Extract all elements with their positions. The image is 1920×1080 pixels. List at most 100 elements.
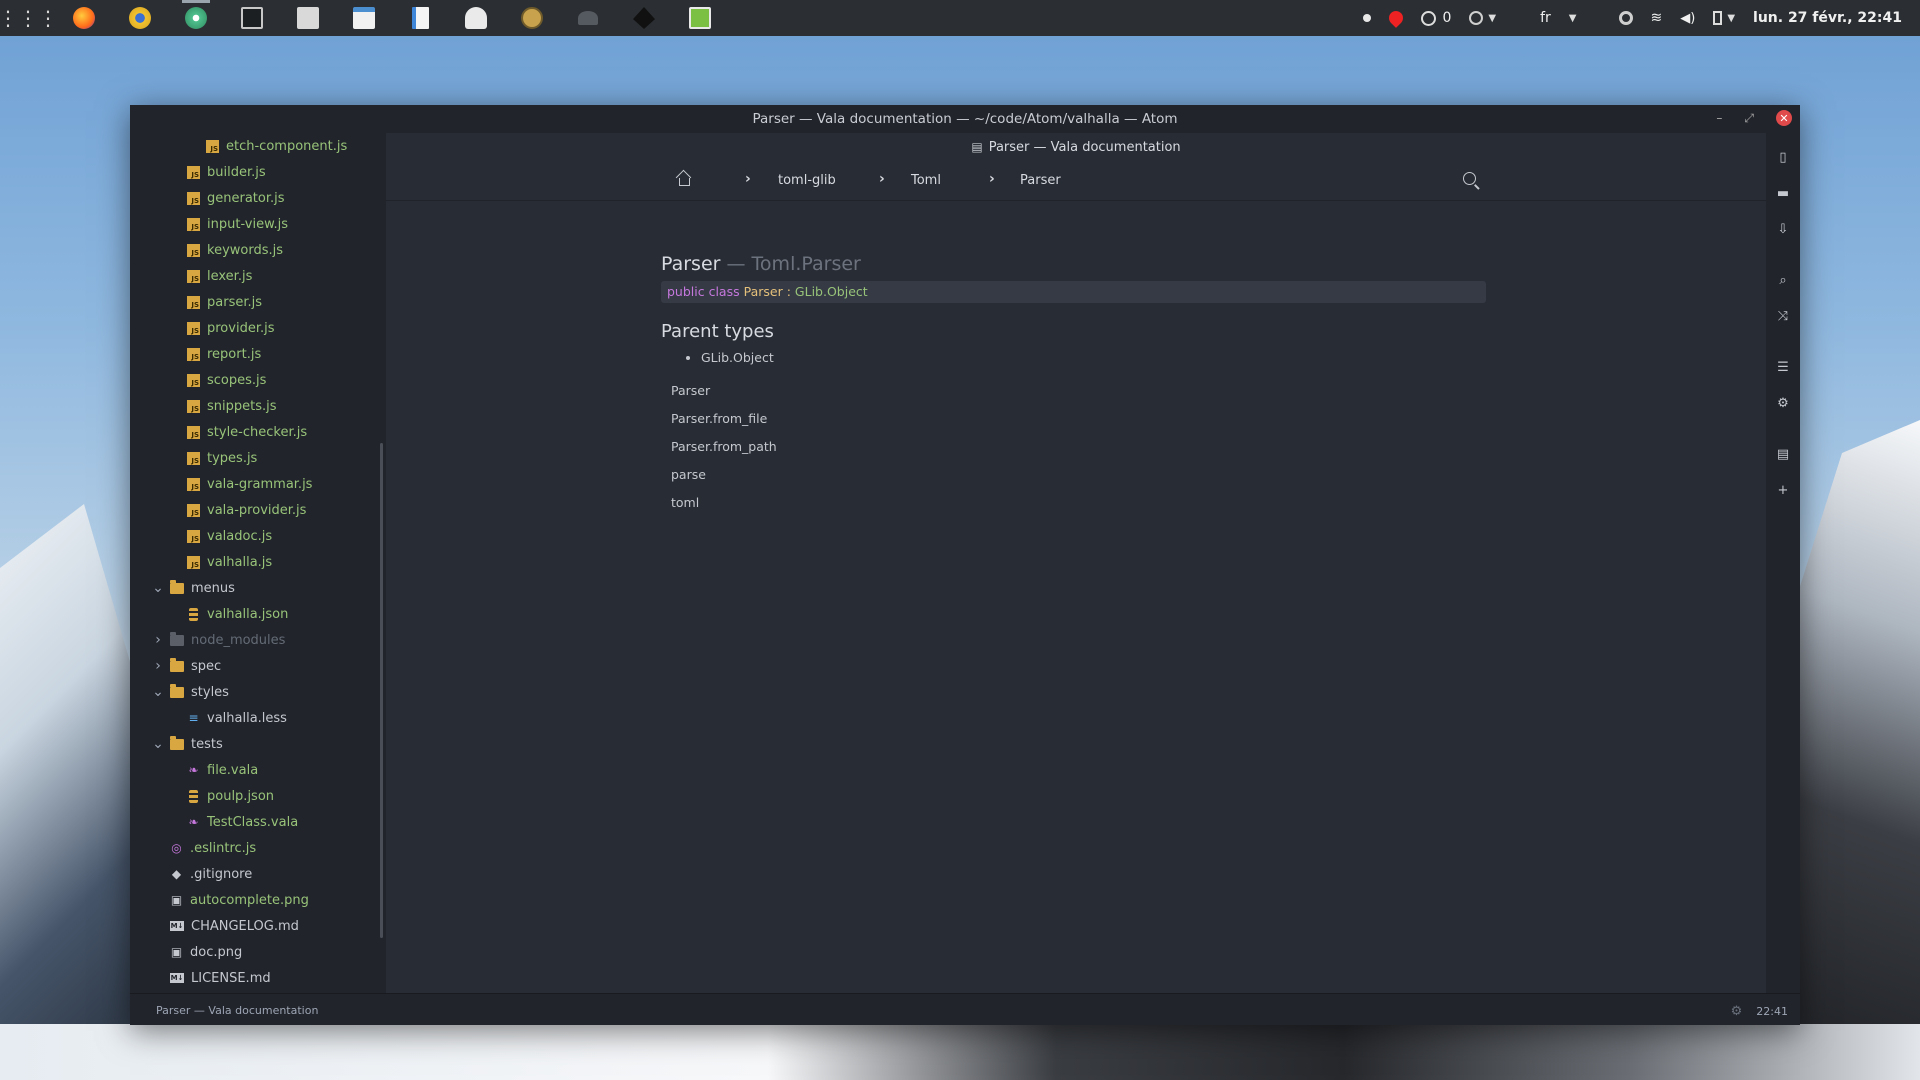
firefox-icon[interactable] xyxy=(56,0,112,36)
tree-item[interactable]: JS lexer.js xyxy=(187,265,252,287)
tree-item[interactable]: JS etch-component.js xyxy=(206,135,347,157)
tree-item[interactable]: ◎ .eslintrc.js xyxy=(170,837,256,859)
maximize-button[interactable]: ⤢ xyxy=(1744,111,1754,126)
command-palette-icon[interactable]: ☰ xyxy=(1766,357,1800,377)
app-grid-icon[interactable]: ⋮⋮⋮ xyxy=(0,0,58,36)
github-indicator[interactable]: 0 xyxy=(1421,10,1451,26)
breadcrumb-item[interactable]: toml-glib xyxy=(778,173,836,188)
member-item[interactable]: Parser xyxy=(671,377,1486,405)
tree-item[interactable]: JS types.js xyxy=(187,447,257,469)
tree-item[interactable]: ⌄ menus xyxy=(150,577,235,599)
tree-item[interactable]: JS scopes.js xyxy=(187,369,266,391)
tree-scrollbar[interactable] xyxy=(380,443,383,938)
tree-item[interactable]: JS vala-provider.js xyxy=(187,499,306,521)
volume-icon[interactable]: ◀) xyxy=(1680,11,1695,26)
save-icon[interactable]: ⇩ xyxy=(1766,219,1800,239)
close-button[interactable]: ✕ xyxy=(1776,110,1792,126)
terminal-icon[interactable] xyxy=(224,0,280,36)
monitor-icon[interactable] xyxy=(672,0,728,36)
battery-menu[interactable]: ▼ xyxy=(1713,11,1735,25)
tree-item[interactable]: JS input-view.js xyxy=(187,213,288,235)
member-item[interactable]: Parser.from_file xyxy=(671,405,1486,433)
members-list: Parser Parser.from_file Parser.from_path… xyxy=(671,377,1486,517)
folder-icon xyxy=(170,657,184,672)
tree-item[interactable]: ❧ TestClass.vala xyxy=(187,811,298,833)
tree-item[interactable]: ⌄ tests xyxy=(150,733,223,755)
doc-tab[interactable]: ▤ Parser — Vala documentation xyxy=(386,133,1766,161)
breadcrumb-item[interactable]: Toml xyxy=(911,173,941,188)
home-icon[interactable] xyxy=(676,171,692,187)
js-file-icon: JS xyxy=(187,217,200,231)
add-icon[interactable]: + xyxy=(1766,480,1800,500)
tree-item[interactable]: JS builder.js xyxy=(187,161,266,183)
breadcrumb-item[interactable]: Parser xyxy=(1020,173,1061,188)
new-file-icon[interactable]: ▯ xyxy=(1766,147,1800,167)
window-titlebar[interactable]: Parser — Vala documentation — ~/code/Ato… xyxy=(130,105,1800,133)
tree-item[interactable]: ⌄ styles xyxy=(150,681,229,703)
find-icon[interactable]: ⌕ xyxy=(1766,270,1800,290)
inkscape-icon[interactable] xyxy=(616,0,672,36)
chevron-down-icon: ⌄ xyxy=(152,736,164,752)
parent-types-heading: Parent types xyxy=(661,321,774,342)
tree-item[interactable]: JS provider.js xyxy=(187,317,275,339)
github-icon xyxy=(1421,10,1437,26)
tree-item[interactable]: M↓ LICENSE.md xyxy=(170,967,271,989)
tree-item[interactable]: valhalla.json xyxy=(187,603,288,625)
tree-item-label: file.vala xyxy=(207,762,259,778)
markdown-preview-icon[interactable]: ▤ xyxy=(1766,444,1800,464)
accessibility-icon[interactable] xyxy=(1618,11,1633,25)
tree-item[interactable]: JS generator.js xyxy=(187,187,285,209)
tree-item[interactable]: JS valadoc.js xyxy=(187,525,272,547)
files-icon[interactable] xyxy=(280,0,336,36)
mail-icon[interactable] xyxy=(448,0,504,36)
minimize-button[interactable]: – xyxy=(1716,111,1722,125)
member-item[interactable]: Parser.from_path xyxy=(671,433,1486,461)
status-ring-menu[interactable]: ▼ xyxy=(1469,11,1496,25)
gear-icon[interactable]: ⚙ xyxy=(1731,1004,1743,1019)
tree-item[interactable]: ▣ doc.png xyxy=(170,941,242,963)
settings-gear-icon[interactable]: ⚙ xyxy=(1766,393,1800,413)
notification-icon[interactable] xyxy=(1386,8,1407,28)
chromium-icon[interactable] xyxy=(112,0,168,36)
js-file-icon: JS xyxy=(187,373,200,387)
web-browser-icon[interactable] xyxy=(504,0,560,36)
open-folder-icon[interactable]: ▬ xyxy=(1766,183,1800,203)
parent-type-item[interactable]: GLib.Object xyxy=(701,350,1486,365)
book-icon: ▤ xyxy=(971,140,983,154)
tree-item[interactable]: JS vala-grammar.js xyxy=(187,473,312,495)
search-icon[interactable] xyxy=(1463,172,1476,185)
tree-item-label: vala-provider.js xyxy=(207,502,307,518)
tree-item[interactable]: › spec xyxy=(150,655,221,677)
tree-item[interactable]: JS report.js xyxy=(187,343,261,365)
tree-item[interactable]: JS keywords.js xyxy=(187,239,283,261)
member-item[interactable]: toml xyxy=(671,489,1486,517)
record-indicator-icon[interactable] xyxy=(1363,14,1372,22)
tree-item[interactable]: JS parser.js xyxy=(187,291,262,313)
ring-icon xyxy=(1469,11,1484,25)
tree-item[interactable]: ▣ autocomplete.png xyxy=(170,889,309,911)
member-item[interactable]: parse xyxy=(671,461,1486,489)
tree-item[interactable]: JS snippets.js xyxy=(187,395,277,417)
clock[interactable]: lun. 27 févr., 22:41 xyxy=(1753,10,1902,26)
tree-item[interactable]: JS valhalla.js xyxy=(187,551,272,573)
wifi-icon[interactable]: ≋ xyxy=(1651,10,1663,26)
network-icon[interactable] xyxy=(560,0,616,36)
base-class-link[interactable]: GLib.Object xyxy=(795,284,868,299)
tree-item-label: input-view.js xyxy=(207,216,289,232)
chevron-down-icon: ▼ xyxy=(1568,12,1577,24)
tree-item[interactable]: M↓ CHANGELOG.md xyxy=(170,915,299,937)
tree-item-label: styles xyxy=(191,684,229,700)
tree-item[interactable]: ❧ file.vala xyxy=(187,759,258,781)
tree-view[interactable]: JS etch-component.js JS builder.js JS generat… xyxy=(130,133,386,993)
atom-icon[interactable] xyxy=(168,0,224,36)
document-icon[interactable] xyxy=(392,0,448,36)
tree-item-label: .eslintrc.js xyxy=(190,840,257,856)
shuffle-icon[interactable]: ⤨ xyxy=(1766,306,1800,326)
tree-item[interactable]: poulp.json xyxy=(187,785,274,807)
tree-item[interactable]: JS style-checker.js xyxy=(187,421,307,443)
tree-item[interactable]: › node_modules xyxy=(150,629,285,651)
keyboard-layout-menu[interactable]: fr ▼ xyxy=(1540,10,1576,26)
calendar-icon[interactable] xyxy=(336,0,392,36)
tree-item[interactable]: ◆ .gitignore xyxy=(170,863,252,885)
tree-item[interactable]: ≡ valhalla.less xyxy=(187,707,287,729)
